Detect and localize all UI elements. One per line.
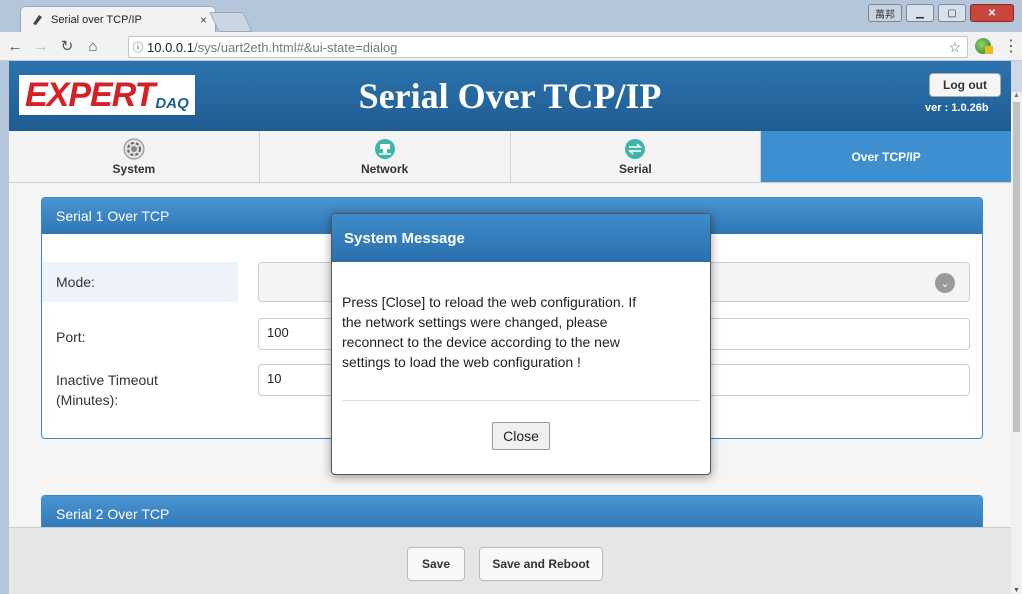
- url-host: 10.0.0.1: [147, 39, 194, 55]
- window-controls: 萬邦 ▁ ▢ ✕: [868, 4, 1014, 22]
- tab-serial[interactable]: Serial: [511, 131, 762, 182]
- tab-close-icon[interactable]: ×: [200, 13, 207, 27]
- dialog-title: System Message: [332, 214, 710, 262]
- reload-icon[interactable]: ↻: [56, 37, 78, 55]
- version-label: ver : 1.0.26b: [925, 102, 989, 114]
- tab-over-tcpip[interactable]: Over TCP/IP: [761, 131, 1011, 182]
- timeout-label-line2: (Minutes):: [56, 392, 119, 408]
- forward-arrow-icon[interactable]: →: [30, 38, 52, 55]
- logout-button[interactable]: Log out: [929, 73, 1001, 97]
- browser-menu-icon[interactable]: ⋮: [1003, 36, 1019, 56]
- page-header: EXPERT DAQ Serial Over TCP/IP Log out ve…: [9, 61, 1011, 131]
- dialog-message: Press [Close] to reload the web configur…: [332, 262, 710, 400]
- site-info-icon[interactable]: ⓘ: [129, 39, 147, 55]
- scroll-up-icon[interactable]: ▲: [1013, 92, 1020, 99]
- tab-over-tcpip-label: Over TCP/IP: [851, 149, 921, 164]
- chevron-down-icon[interactable]: ⌄: [935, 273, 955, 293]
- tab-system-label: System: [112, 161, 156, 176]
- browser-tab[interactable]: Serial over TCP/IP ×: [20, 6, 216, 32]
- page-scrollbar[interactable]: ▲ ▼: [1011, 92, 1022, 594]
- mode-label-text: Mode:: [56, 274, 95, 290]
- minimize-button[interactable]: ▁: [906, 4, 934, 22]
- dialog-message-line1: Press [Close] to reload the web configur…: [342, 294, 637, 310]
- serial-icon: [624, 138, 646, 160]
- page-viewport: EXPERT DAQ Serial Over TCP/IP Log out ve…: [9, 61, 1011, 594]
- tab-network[interactable]: Network: [260, 131, 511, 182]
- window-left-edge: [0, 61, 9, 594]
- dialog-message-line3: reconnect to the device according to the…: [342, 334, 620, 350]
- page-footer: Save Save and Reboot: [9, 527, 1011, 594]
- page-title: Serial Over TCP/IP: [358, 76, 662, 116]
- main-nav: System Network Serial Over TCP/IP: [9, 131, 1011, 183]
- dialog-divider: [342, 400, 700, 401]
- system-message-dialog: System Message Press [Close] to reload t…: [331, 213, 711, 475]
- address-toolbar: ← → ↻ ⌂ ⓘ 10.0.0.1 /sys/uart2eth.html#&u…: [0, 32, 1022, 61]
- port-label: Port:: [56, 329, 86, 345]
- extension-badge: [985, 46, 993, 54]
- network-icon: [374, 138, 396, 160]
- dialog-message-line4: settings to load the web configuration !: [342, 354, 581, 370]
- ime-indicator[interactable]: 萬邦: [868, 4, 902, 22]
- back-arrow-icon[interactable]: ←: [4, 38, 26, 55]
- inactive-timeout-label: Inactive Timeout (Minutes):: [56, 370, 158, 410]
- window-close-button[interactable]: ✕: [970, 4, 1014, 22]
- dialog-close-button[interactable]: Close: [492, 422, 550, 450]
- bookmark-star-icon[interactable]: ☆: [948, 39, 961, 56]
- home-icon[interactable]: ⌂: [82, 38, 104, 55]
- scroll-down-icon[interactable]: ▼: [1013, 587, 1020, 594]
- tab-system[interactable]: System: [9, 131, 260, 182]
- mode-label: Mode:: [42, 262, 238, 302]
- dialog-message-line2: the network settings were changed, pleas…: [342, 314, 608, 330]
- maximize-button[interactable]: ▢: [938, 4, 966, 22]
- address-bar[interactable]: ⓘ 10.0.0.1 /sys/uart2eth.html#&ui-state=…: [128, 36, 968, 58]
- tab-serial-label: Serial: [619, 161, 652, 176]
- tab-network-label: Network: [360, 161, 409, 176]
- scrollbar-thumb[interactable]: [1013, 102, 1020, 432]
- timeout-label-line1: Inactive Timeout: [56, 372, 158, 388]
- url-path: /sys/uart2eth.html#&ui-state=dialog: [194, 39, 398, 55]
- tab-title: Serial over TCP/IP: [51, 13, 142, 26]
- gear-icon: [123, 138, 145, 160]
- page-favicon-icon: [31, 14, 43, 26]
- save-button[interactable]: Save: [407, 547, 465, 581]
- save-and-reboot-button[interactable]: Save and Reboot: [479, 547, 603, 581]
